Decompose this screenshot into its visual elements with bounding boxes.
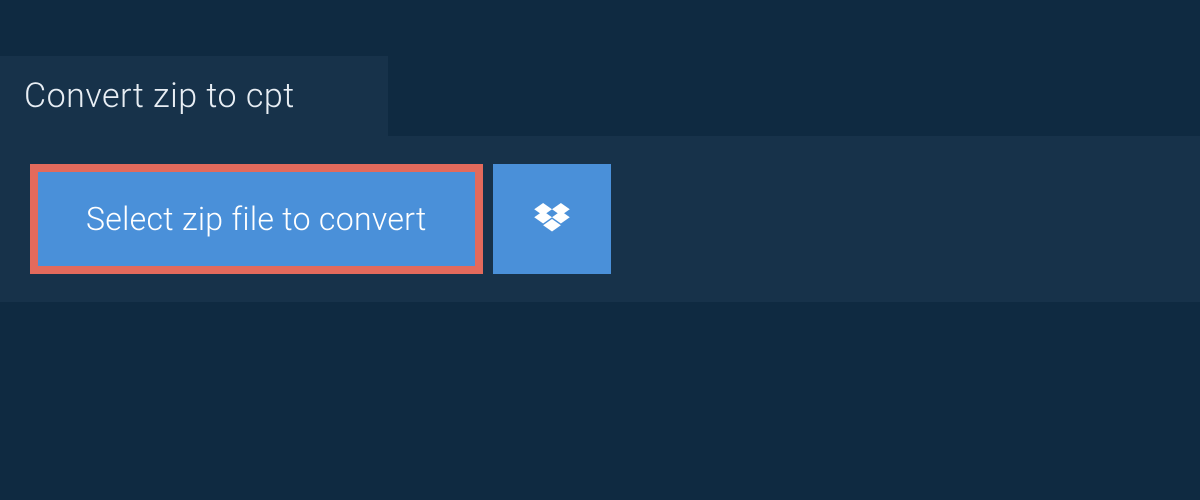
button-row: Select zip file to convert	[30, 164, 1170, 274]
upload-panel: Select zip file to convert	[0, 136, 1200, 302]
dropbox-icon	[534, 203, 570, 235]
header-tab: Convert zip to cpt	[0, 56, 388, 136]
select-file-button[interactable]: Select zip file to convert	[30, 164, 483, 274]
dropbox-button[interactable]	[493, 164, 611, 274]
select-file-label: Select zip file to convert	[86, 200, 427, 238]
page-title: Convert zip to cpt	[24, 76, 348, 116]
